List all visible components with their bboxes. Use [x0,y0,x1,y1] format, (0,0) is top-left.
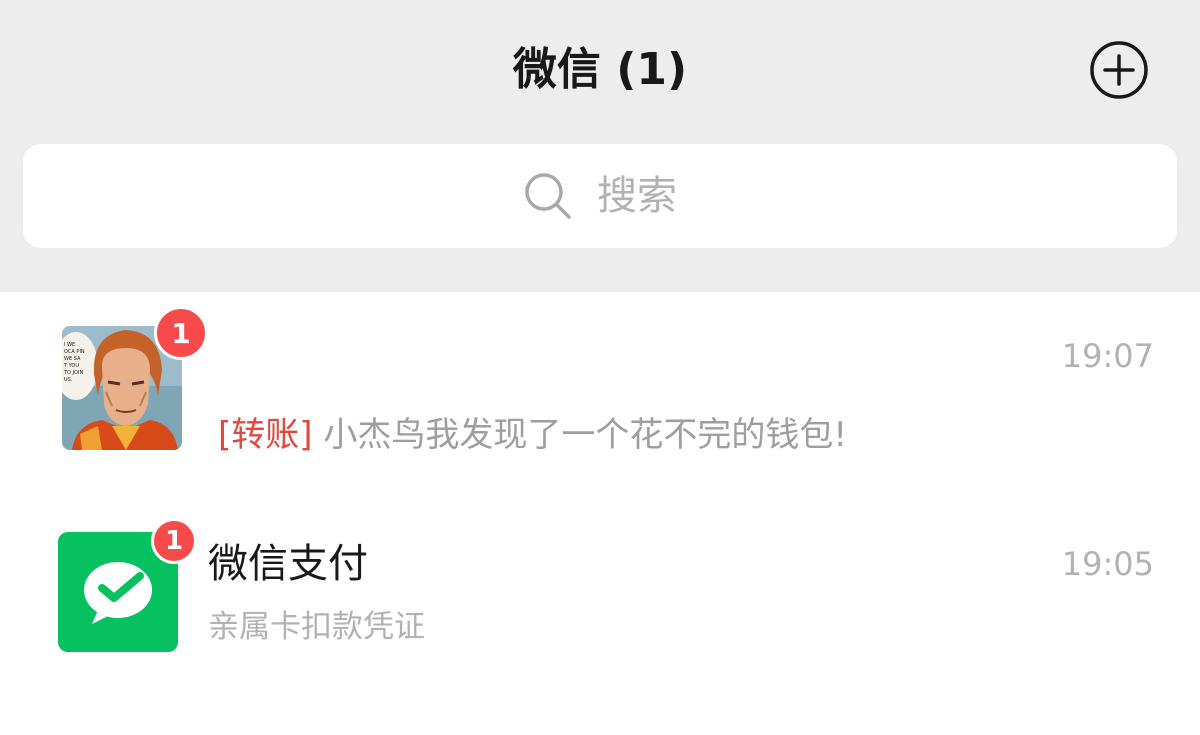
page-title: 微信 (1) [512,44,688,95]
chat-preview: [转账] 小杰鸟我发现了一个花不完的钱包! [218,410,847,460]
chat-preview-text: 亲属卡扣款凭证 [208,609,425,645]
search-icon [525,173,571,219]
top-bar: 微信 (1) 搜索 [0,0,1200,292]
chat-name: 微信支付 [208,541,368,587]
unread-badge: 1 [154,306,208,360]
transfer-tag: [转账] [218,415,313,455]
search-bar[interactable]: 搜索 [23,144,1177,248]
chat-time: 19:07 [1061,337,1154,375]
chat-item-wechat-pay[interactable]: 1 微信支付 19:05 亲属卡扣款凭证 [0,472,1200,672]
chat-time: 19:05 [1061,545,1154,583]
search-placeholder: 搜索 [597,173,677,219]
add-button[interactable] [1089,40,1149,100]
unread-badge: 1 [151,518,197,564]
chat-preview-text: 小杰鸟我发现了一个花不完的钱包! [323,415,847,455]
chat-item-transfer[interactable]: I WE OCA PIN WE SA T YOU TO JOIN US. 1 19:07 … [0,292,1200,472]
plus-circle-icon [1090,41,1148,99]
